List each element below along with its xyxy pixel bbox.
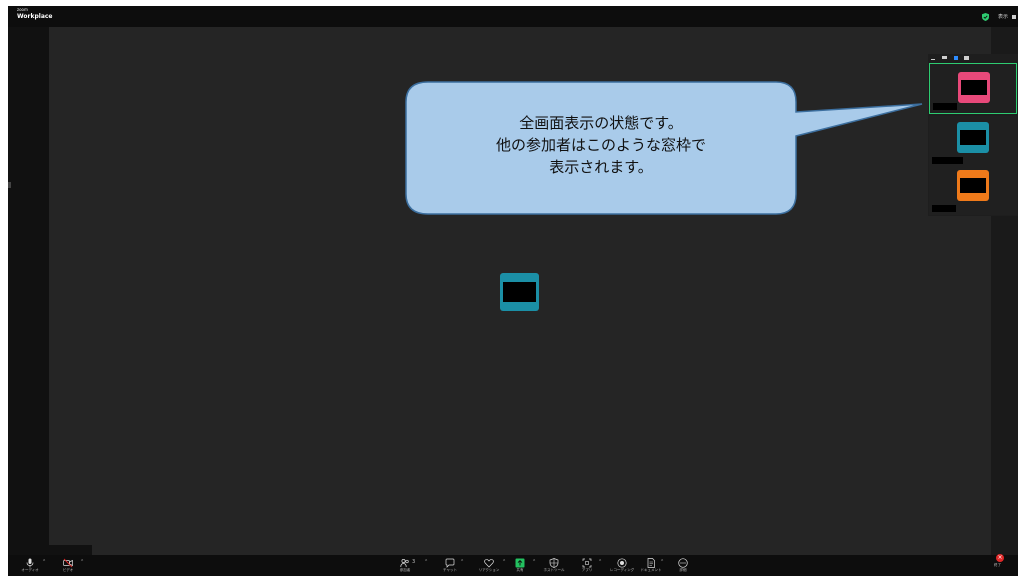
panel-view-switcher — [928, 54, 1018, 62]
share-icon — [515, 558, 525, 568]
callout-line-3: 表示されます。 — [549, 158, 653, 176]
view-menu-label[interactable]: 表示 — [998, 14, 1008, 20]
participants-button[interactable]: 参加者 — [390, 555, 420, 576]
more-button[interactable]: 詳細 — [668, 555, 698, 576]
strip-view-icon[interactable] — [954, 56, 958, 60]
end-meeting-label: 終了 — [994, 563, 1001, 567]
share-button[interactable]: 共有 — [505, 555, 535, 576]
participants-options-caret[interactable]: ⌃ — [424, 559, 428, 565]
chat-label: チャット — [443, 568, 457, 572]
participants-label: 参加者 — [399, 568, 411, 572]
stage-corner-tab — [49, 545, 92, 555]
participant-avatar-icon — [957, 122, 989, 153]
share-label: 共有 — [516, 568, 524, 572]
record-label: レコーディング — [609, 568, 635, 572]
more-label: 詳細 — [679, 568, 687, 572]
reactions-button[interactable]: リアクション — [474, 555, 504, 576]
top-bar: zoom Workplace 表示 — [8, 6, 1018, 26]
video-button[interactable]: ビデオ — [53, 555, 83, 576]
shield-icon[interactable] — [982, 13, 989, 21]
zoom-logo-small: zoom — [17, 7, 28, 12]
grid-view-icon[interactable] — [964, 56, 969, 60]
participant-tile-teal[interactable] — [929, 116, 1017, 167]
apps-icon — [582, 558, 592, 568]
audio-label: オーディオ — [21, 568, 39, 572]
participant-avatar-icon — [957, 170, 989, 201]
close-icon: × — [997, 554, 1003, 561]
audio-button[interactable]: オーディオ — [15, 555, 45, 576]
host-tools-button[interactable]: ホストツール — [539, 555, 569, 576]
reactions-icon — [484, 559, 494, 568]
record-icon — [617, 558, 627, 568]
video-label: ビデオ — [62, 568, 74, 572]
document-icon — [647, 558, 655, 568]
avatar-screen — [503, 282, 536, 302]
left-edge-handle[interactable] — [8, 182, 11, 188]
active-speaker-avatar-icon — [500, 273, 539, 311]
participant-avatar-icon — [958, 72, 990, 103]
document-label: ドキュメント — [640, 568, 662, 572]
apps-label: アプリ — [581, 568, 593, 572]
video-off-icon — [63, 558, 73, 568]
participant-thumbnail-panel — [928, 54, 1018, 216]
callout-line-2: 他の参加者はこのような窓枠で — [495, 136, 706, 154]
participant-name-label — [932, 157, 963, 164]
participant-count: 3 — [412, 559, 416, 565]
participant-name-label — [933, 103, 957, 110]
minimize-icon[interactable] — [931, 59, 935, 60]
microphone-icon — [26, 558, 34, 568]
participant-tile-orange[interactable] — [929, 164, 1017, 215]
view-grid-icon[interactable] — [1012, 15, 1016, 19]
chat-icon — [445, 558, 455, 568]
zoom-workplace-logo: Workplace — [17, 13, 53, 20]
participant-name-label — [932, 205, 956, 212]
host-tools-icon — [549, 558, 559, 568]
callout-text: 全画面表示の状態です。 他の参加者はこのような窓枠で 表示されます。 — [406, 112, 796, 178]
meeting-toolbar: オーディオ ⌃ ビデオ ⌃ 参加者 3 ⌃ チャット ⌃ リアクション ⌃ 共有… — [8, 555, 1018, 576]
video-options-caret[interactable]: ⌃ — [80, 559, 84, 565]
audio-options-caret[interactable]: ⌃ — [42, 559, 46, 565]
host-tools-label: ホストツール — [543, 568, 565, 572]
callout-line-1: 全画面表示の状態です。 — [519, 114, 683, 132]
apps-options-caret[interactable]: ⌃ — [598, 559, 602, 565]
single-view-icon[interactable] — [942, 56, 947, 59]
participants-icon — [400, 559, 409, 568]
more-icon — [678, 558, 688, 568]
zoom-meeting-window: zoom Workplace 表示 オーディオ ⌃ ビデオ ⌃ 参加者 3 ⌃ … — [8, 6, 1018, 576]
share-options-caret[interactable]: ⌃ — [532, 559, 536, 565]
chat-options-caret[interactable]: ⌃ — [460, 559, 464, 565]
document-options-caret[interactable]: ⌃ — [660, 559, 664, 565]
left-margin — [8, 27, 49, 555]
record-button[interactable]: レコーディング — [607, 555, 637, 576]
participant-tile-pink[interactable] — [929, 63, 1017, 114]
reactions-label: リアクション — [478, 568, 500, 572]
